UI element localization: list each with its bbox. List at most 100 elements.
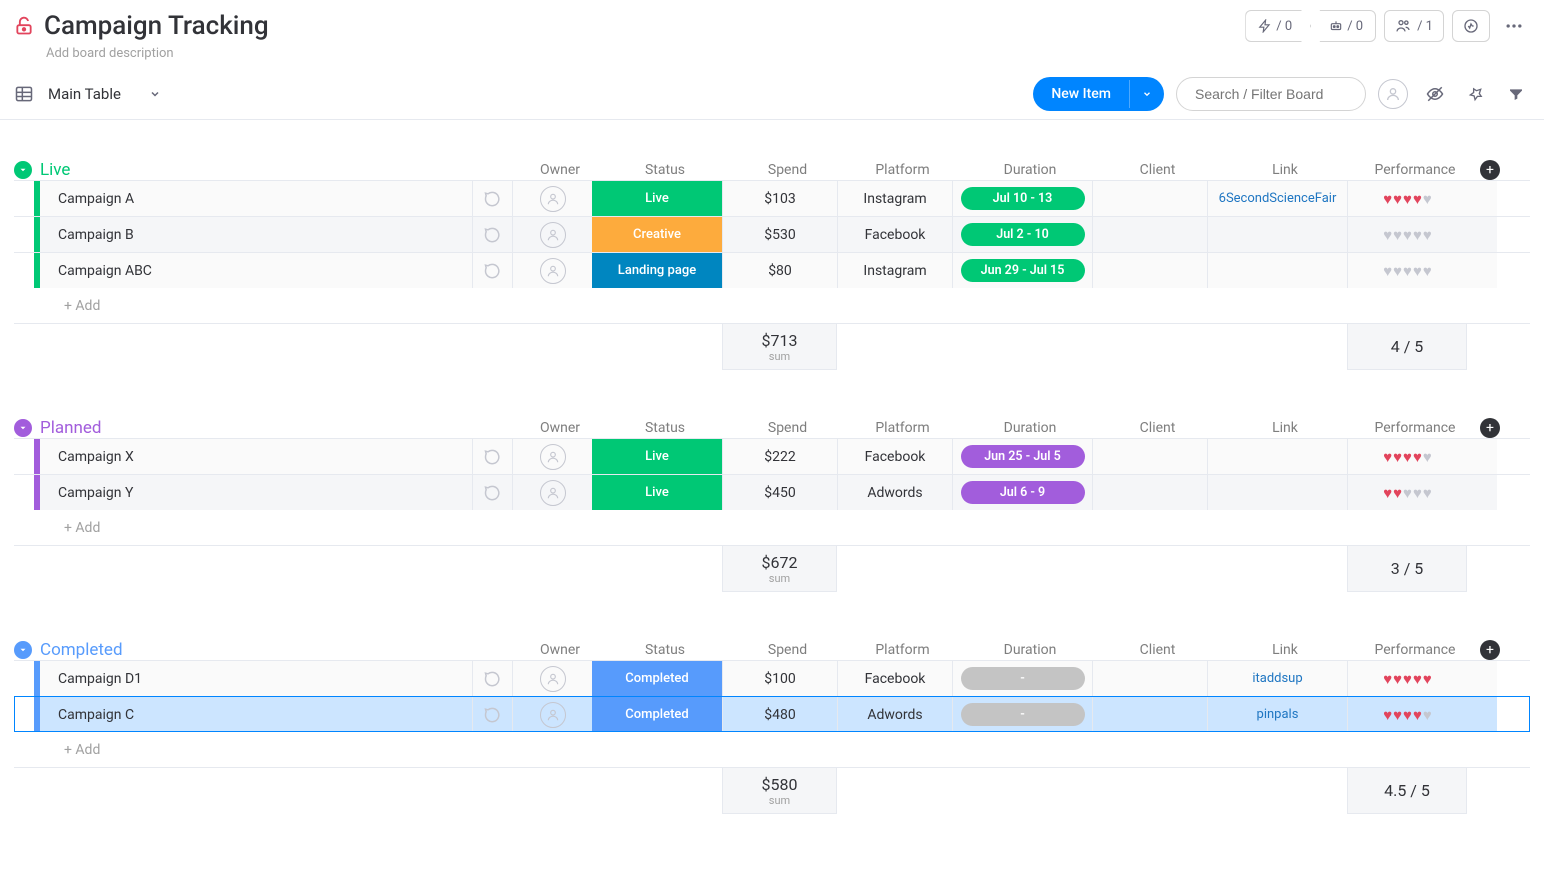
client-cell[interactable] <box>1092 661 1207 696</box>
column-owner[interactable]: Owner <box>520 640 600 660</box>
link-cell[interactable]: 6SecondScienceFair <box>1207 181 1347 216</box>
platform-cell[interactable]: Facebook <box>837 439 952 474</box>
column-client[interactable]: Client <box>1100 160 1215 180</box>
activity-badge[interactable] <box>1452 10 1490 42</box>
table-row[interactable]: Campaign B Creative $530 Facebook Jul 2 … <box>14 216 1530 252</box>
table-row[interactable]: Campaign X Live $222 Facebook Jun 25 - J… <box>14 438 1530 474</box>
link-text[interactable]: 6SecondScienceFair <box>1219 191 1337 206</box>
performance-cell[interactable]: ♥♥♥♥♥ <box>1347 475 1467 510</box>
link-text[interactable]: itaddsup <box>1252 671 1302 686</box>
link-cell[interactable] <box>1207 475 1347 510</box>
column-owner[interactable]: Owner <box>520 418 600 438</box>
performance-hearts[interactable]: ♥♥♥♥♥ <box>1383 226 1432 244</box>
link-cell[interactable] <box>1207 253 1347 288</box>
link-cell[interactable]: pinpals <box>1207 697 1347 732</box>
platform-cell[interactable]: Facebook <box>837 661 952 696</box>
owner-cell[interactable] <box>512 439 592 474</box>
client-cell[interactable] <box>1092 253 1207 288</box>
column-duration[interactable]: Duration <box>960 640 1100 660</box>
duration-cell[interactable]: Jun 25 - Jul 5 <box>952 439 1092 474</box>
client-cell[interactable] <box>1092 181 1207 216</box>
item-name[interactable]: Campaign D1 <box>40 661 472 696</box>
add-column-button[interactable]: + <box>1480 160 1500 180</box>
performance-hearts[interactable]: ♥♥♥♥♥ <box>1383 262 1432 280</box>
column-link[interactable]: Link <box>1215 640 1355 660</box>
owner-cell[interactable] <box>512 181 592 216</box>
status-cell[interactable]: Live <box>592 475 722 510</box>
duration-cell[interactable]: Jul 2 - 10 <box>952 217 1092 252</box>
performance-hearts[interactable]: ♥♥♥♥♥ <box>1383 706 1432 724</box>
performance-cell[interactable]: ♥♥♥♥♥ <box>1347 661 1467 696</box>
performance-cell[interactable]: ♥♥♥♥♥ <box>1347 253 1467 288</box>
add-row[interactable]: + Add <box>14 510 1530 546</box>
pin-icon[interactable] <box>1462 80 1490 108</box>
spend-cell[interactable]: $480 <box>722 697 837 732</box>
item-name[interactable]: Campaign Y <box>40 475 472 510</box>
client-cell[interactable] <box>1092 217 1207 252</box>
column-performance[interactable]: Performance <box>1355 418 1475 438</box>
column-performance[interactable]: Performance <box>1355 160 1475 180</box>
status-cell[interactable]: Landing page <box>592 253 722 288</box>
owner-cell[interactable] <box>512 253 592 288</box>
new-item-button[interactable]: New Item <box>1033 77 1164 111</box>
item-name[interactable]: Campaign A <box>40 181 472 216</box>
add-column-button[interactable]: + <box>1480 418 1500 438</box>
table-row[interactable]: Campaign D1 Completed $100 Facebook - it… <box>14 660 1530 696</box>
link-cell[interactable] <box>1207 439 1347 474</box>
client-cell[interactable] <box>1092 475 1207 510</box>
conversation-button[interactable] <box>472 253 512 288</box>
performance-cell[interactable]: ♥♥♥♥♥ <box>1347 439 1467 474</box>
new-item-dropdown[interactable] <box>1129 80 1164 108</box>
status-cell[interactable]: Live <box>592 439 722 474</box>
collapse-icon[interactable] <box>14 641 32 659</box>
owner-cell[interactable] <box>512 697 592 732</box>
column-duration[interactable]: Duration <box>960 160 1100 180</box>
owner-cell[interactable] <box>512 217 592 252</box>
integrations-badge[interactable]: / 0 <box>1310 10 1376 42</box>
column-duration[interactable]: Duration <box>960 418 1100 438</box>
group-title[interactable]: Completed <box>40 640 480 660</box>
search-input[interactable] <box>1176 77 1366 111</box>
spend-cell[interactable]: $80 <box>722 253 837 288</box>
members-badge[interactable]: / 1 <box>1384 10 1444 42</box>
board-description[interactable]: Add board description <box>46 46 174 61</box>
conversation-button[interactable] <box>472 475 512 510</box>
table-row[interactable]: Campaign Y Live $450 Adwords Jul 6 - 9 ♥… <box>14 474 1530 510</box>
performance-hearts[interactable]: ♥♥♥♥♥ <box>1383 448 1432 466</box>
conversation-button[interactable] <box>472 439 512 474</box>
table-row[interactable]: Campaign A Live $103 Instagram Jul 10 - … <box>14 180 1530 216</box>
platform-cell[interactable]: Adwords <box>837 697 952 732</box>
table-view-icon[interactable] <box>14 84 34 104</box>
column-link[interactable]: Link <box>1215 160 1355 180</box>
view-dropdown-icon[interactable] <box>149 88 161 100</box>
performance-cell[interactable]: ♥♥♥♥♥ <box>1347 217 1467 252</box>
duration-cell[interactable]: Jul 6 - 9 <box>952 475 1092 510</box>
collapse-icon[interactable] <box>14 161 32 179</box>
link-text[interactable]: pinpals <box>1257 707 1299 722</box>
duration-cell[interactable]: Jul 10 - 13 <box>952 181 1092 216</box>
client-cell[interactable] <box>1092 439 1207 474</box>
column-spend[interactable]: Spend <box>730 418 845 438</box>
link-cell[interactable]: itaddsup <box>1207 661 1347 696</box>
platform-cell[interactable]: Instagram <box>837 181 952 216</box>
add-column-button[interactable]: + <box>1480 640 1500 660</box>
status-cell[interactable]: Completed <box>592 661 722 696</box>
status-cell[interactable]: Creative <box>592 217 722 252</box>
duration-cell[interactable]: - <box>952 697 1092 732</box>
spend-cell[interactable]: $100 <box>722 661 837 696</box>
column-performance[interactable]: Performance <box>1355 640 1475 660</box>
filter-icon[interactable] <box>1502 80 1530 108</box>
performance-cell[interactable]: ♥♥♥♥♥ <box>1347 181 1467 216</box>
spend-cell[interactable]: $530 <box>722 217 837 252</box>
table-row[interactable]: Campaign ABC Landing page $80 Instagram … <box>14 252 1530 288</box>
column-spend[interactable]: Spend <box>730 640 845 660</box>
collapse-icon[interactable] <box>14 419 32 437</box>
platform-cell[interactable]: Facebook <box>837 217 952 252</box>
link-cell[interactable] <box>1207 217 1347 252</box>
duration-cell[interactable]: - <box>952 661 1092 696</box>
performance-hearts[interactable]: ♥♥♥♥♥ <box>1383 670 1432 688</box>
platform-cell[interactable]: Adwords <box>837 475 952 510</box>
group-title[interactable]: Live <box>40 160 480 180</box>
column-owner[interactable]: Owner <box>520 160 600 180</box>
column-spend[interactable]: Spend <box>730 160 845 180</box>
